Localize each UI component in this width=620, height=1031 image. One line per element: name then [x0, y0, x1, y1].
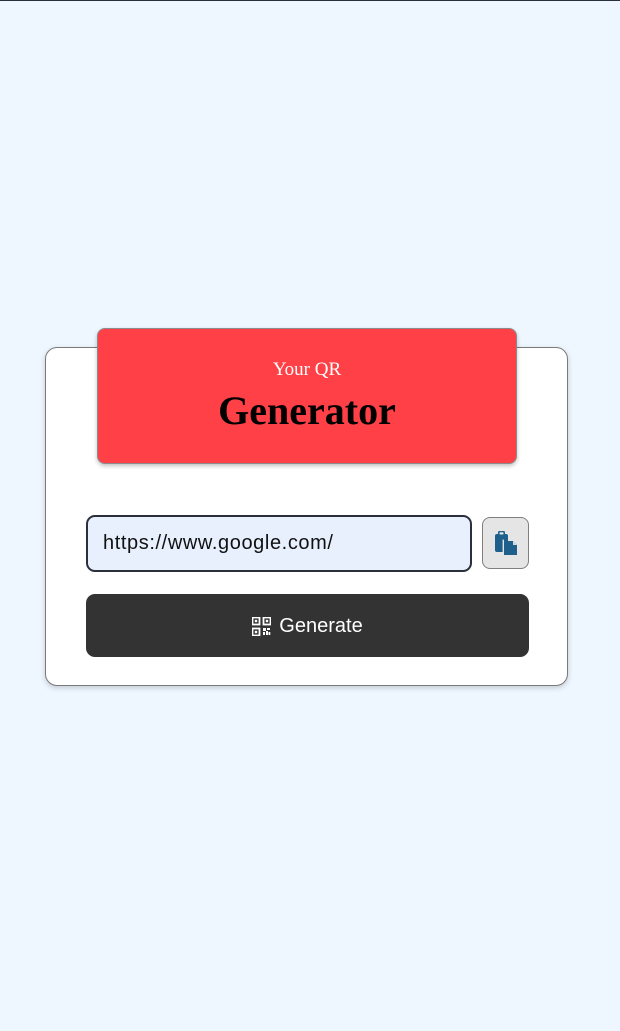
generate-button[interactable]: Generate — [86, 594, 529, 657]
generate-label: Generate — [279, 614, 363, 637]
header-title: Generator — [218, 388, 396, 433]
qr-code-icon — [252, 616, 272, 636]
url-input[interactable] — [86, 515, 472, 572]
header-subtitle: Your QR — [272, 359, 342, 380]
clipboard-paste-icon — [494, 530, 518, 556]
paste-button[interactable] — [482, 517, 529, 569]
header-banner: Your QR Generator — [97, 328, 517, 464]
top-border — [0, 0, 620, 1]
